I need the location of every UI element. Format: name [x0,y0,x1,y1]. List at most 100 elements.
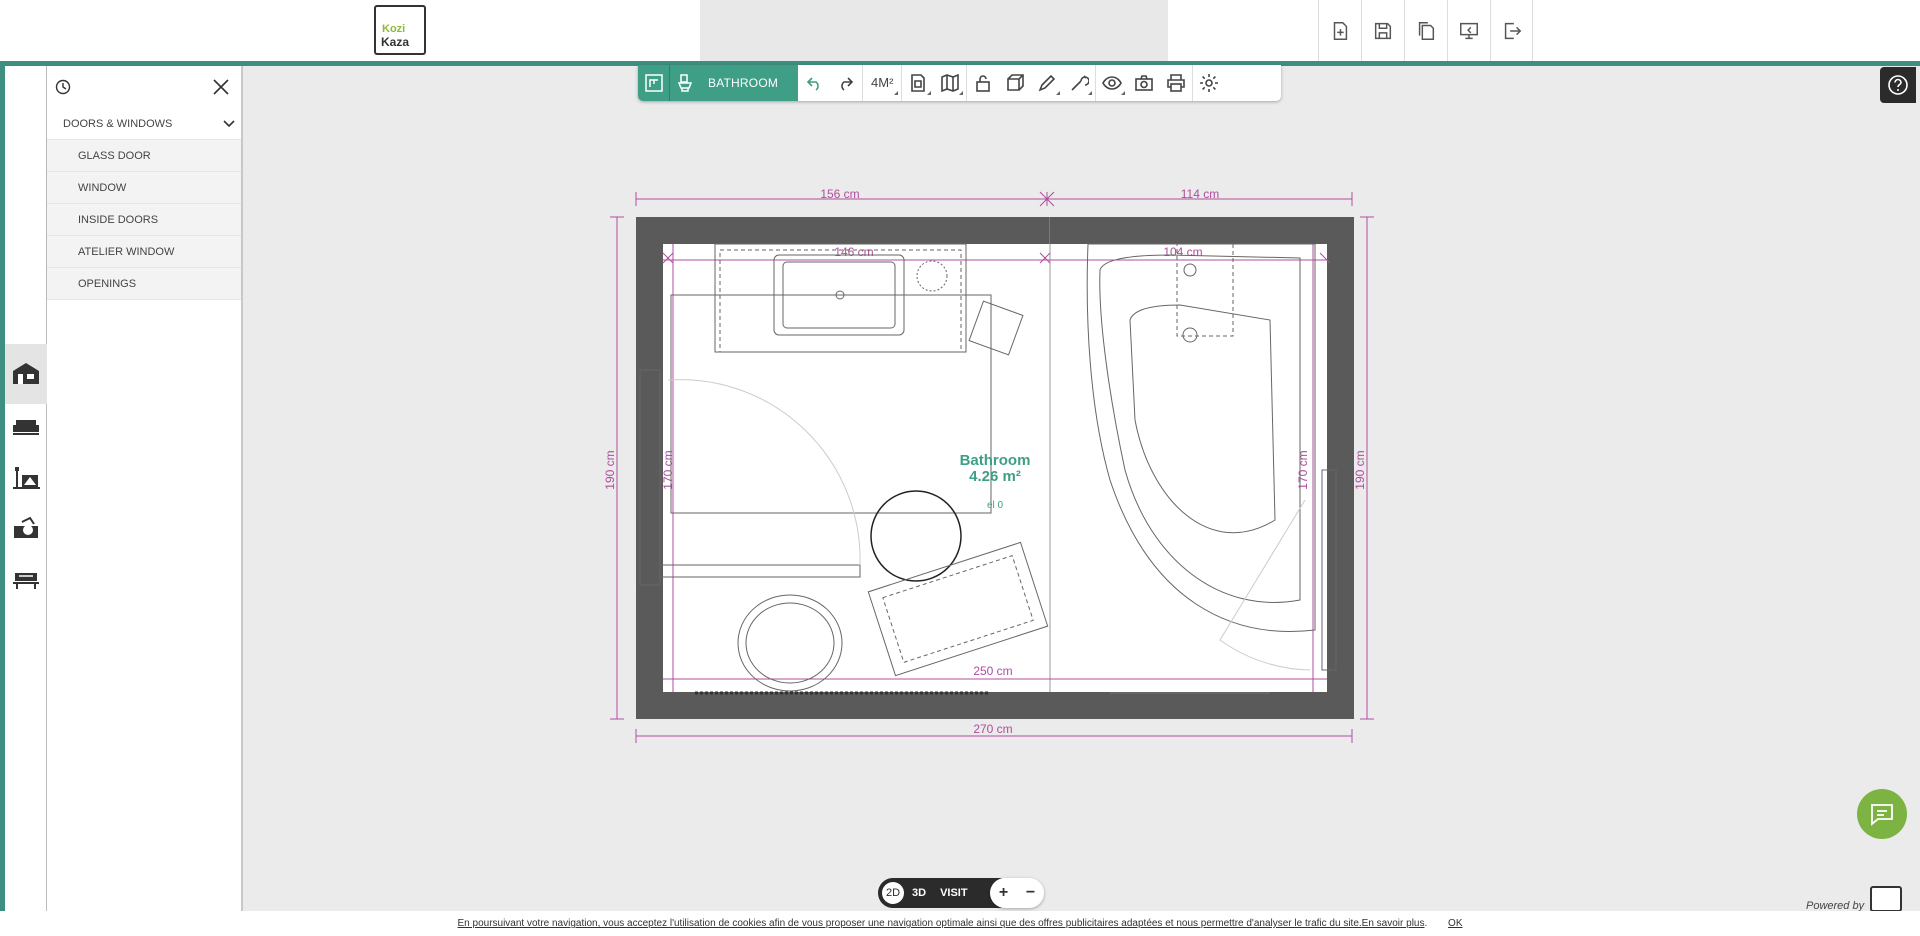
room-selector[interactable]: BATHROOM [638,65,799,101]
logo-text-kaza: Kaza [381,35,410,49]
save-button[interactable] [1361,0,1404,61]
snapshot-button[interactable] [1128,65,1160,101]
dim-right: 190 cm [1353,450,1367,489]
help-icon [1888,75,1908,95]
cube-button[interactable] [999,65,1031,101]
view-2d-button[interactable]: 2D [882,882,904,904]
kozikaza-small-logo [1870,886,1902,912]
cookie-ok-button[interactable]: OK [1448,918,1462,929]
plan-view-button[interactable] [638,65,670,101]
help-button[interactable] [1880,67,1916,103]
undo-button[interactable] [798,65,830,101]
catalog-item-window[interactable]: WINDOW [47,172,241,204]
draw-button[interactable] [1031,65,1063,101]
inner-wall-segment [1050,217,1087,244]
room-label[interactable]: Bathroom [960,452,1031,469]
logout-button[interactable] [1490,0,1533,61]
cookie-learn-more-link[interactable]: En savoir plus [1362,918,1425,929]
dim-top-left: 156 cm [820,187,859,201]
duplicate-button[interactable] [1404,0,1447,61]
undo-icon [806,77,819,91]
sofa-icon [13,420,39,435]
print-icon [1167,74,1186,92]
unlock-icon [976,75,991,92]
document-button[interactable] [902,65,934,101]
visibility-button[interactable] [1096,65,1128,101]
dim-inner-right: 170 cm [1296,450,1310,489]
dim-inner-bottom: 250 cm [973,664,1012,678]
history-icon[interactable] [55,79,71,95]
top-header: Kozi Kaza [0,0,1920,61]
house-icon [13,363,39,384]
settings-button[interactable] [1193,65,1225,101]
redo-button[interactable] [830,65,862,101]
submenu-triangle [1088,91,1093,95]
dim-top-right: 114 cm [1181,187,1219,201]
tool-catalog[interactable] [5,549,47,609]
lock-button[interactable] [967,65,999,101]
cookie-text[interactable]: En poursuivant votre navigation, vous ac… [458,918,1362,929]
editor-toolbar: BATHROOM 4M² [638,65,1281,101]
chat-button[interactable] [1857,789,1907,839]
submenu-triangle [927,91,932,95]
eye-icon [1102,76,1123,90]
top-action-bar [1318,0,1533,61]
chevron-down-icon [223,120,235,128]
logout-icon [1504,22,1521,39]
catalog-panel: DOORS & WINDOWS GLASS DOOR WINDOW INSIDE… [47,66,243,911]
catalog-item-openings[interactable]: OPENINGS [47,268,241,300]
dim-vanity: 146 cm [834,245,873,259]
chat-icon [1871,804,1893,826]
view-visit-button[interactable]: VISIT [940,887,968,899]
interior-icon [13,467,40,489]
map-button[interactable] [934,65,966,101]
catalog-item-atelier-window[interactable]: ATELIER WINDOW [47,236,241,268]
submenu-triangle [959,91,964,95]
duplicate-icon [1418,21,1435,40]
submenu-triangle [1056,91,1061,95]
submenu-triangle [894,91,899,95]
close-icon[interactable] [211,77,231,97]
document-icon [911,74,926,92]
gear-icon [1200,74,1219,92]
dim-bath-top: 104 cm [1163,245,1202,259]
zoom-controls: + − [990,878,1044,908]
dim-bottom: 270 cm [973,722,1012,736]
kozikaza-logo[interactable]: Kozi Kaza [374,5,426,55]
catalog-item-glass-door[interactable]: GLASS DOOR [47,140,241,172]
tool-structure[interactable] [5,344,47,404]
pencil-icon [1039,74,1056,92]
zoom-in-button[interactable]: + [999,884,1008,902]
zoom-out-button[interactable]: − [1026,884,1035,902]
panel-header [47,66,241,108]
paint-icon [14,516,38,538]
floor-plan-icon [644,74,663,92]
redo-icon [841,77,854,91]
category-doors-windows[interactable]: DOORS & WINDOWS [47,108,241,140]
new-project-icon [1333,21,1348,40]
header-center-area [700,0,1168,61]
cookie-banner: En poursuivant votre navigation, vous ac… [0,911,1920,936]
new-project-button[interactable] [1318,0,1361,61]
area-toggle-label: 4M² [871,75,894,90]
room-name-label: BATHROOM [708,76,779,90]
view-3d-button[interactable]: 3D [912,887,926,899]
submenu-triangle [1121,91,1126,95]
room-type [670,65,700,101]
logo-text-kozi: Kozi [382,23,406,35]
dim-left: 190 cm [603,450,617,489]
left-tool-column [5,66,47,911]
save-icon [1374,22,1392,39]
present-button[interactable] [1447,0,1490,61]
measure-button[interactable] [1063,65,1095,101]
toilet-icon [677,74,693,92]
catalog-item-inside-doors[interactable]: INSIDE DOORS [47,204,241,236]
room-area: 4.26 m² [969,468,1021,485]
cube-icon [1007,74,1025,91]
dim-inner-left: 170 cm [661,450,675,489]
print-button[interactable] [1160,65,1192,101]
present-icon [1460,22,1478,39]
furniture-catalog-icon [13,573,39,589]
area-toggle-button[interactable]: 4M² [863,65,901,101]
floor-plan-canvas[interactable]: 156 cm 114 cm 270 cm 250 cm 146 cm 104 c… [600,180,1400,760]
